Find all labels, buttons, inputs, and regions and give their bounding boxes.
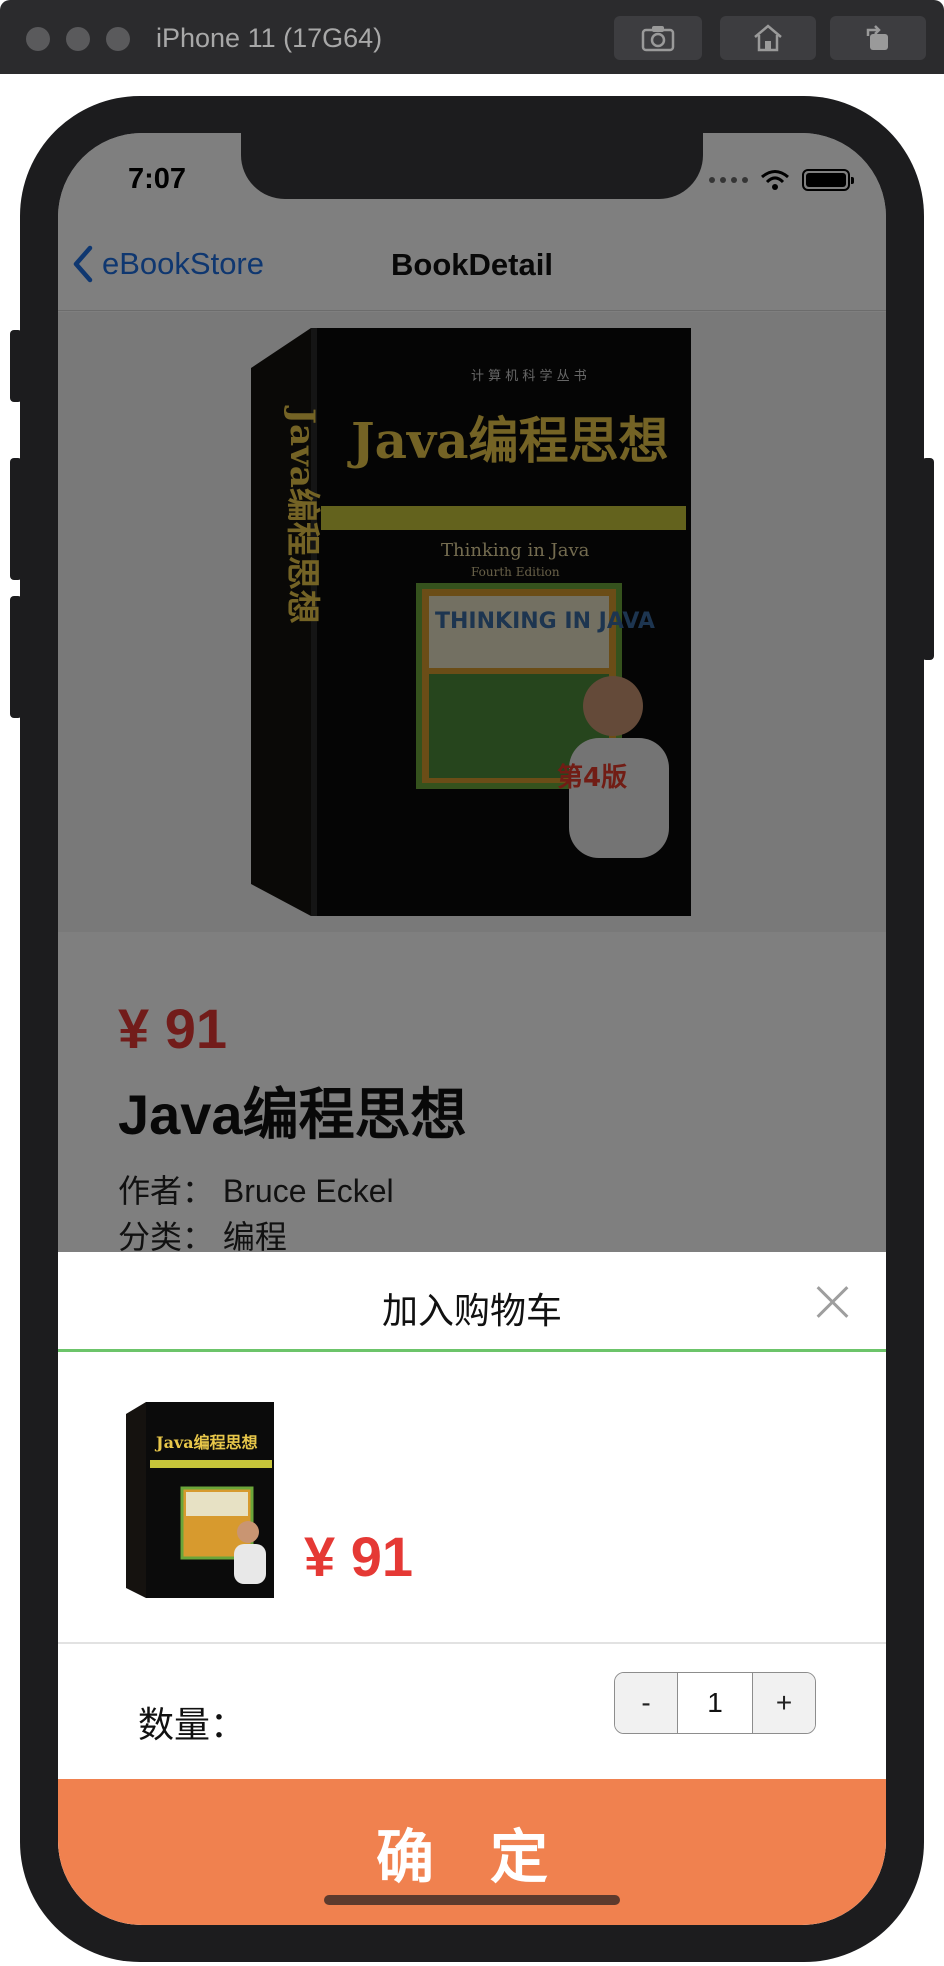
rotate-button[interactable] [830,16,926,60]
minimize-window-button[interactable] [66,27,90,51]
quantity-label: 数量： [138,1704,247,1745]
increment-button[interactable]: + [753,1673,815,1733]
home-button[interactable] [720,16,816,60]
notch [241,133,703,199]
close-icon[interactable] [814,1284,850,1320]
home-icon [754,24,782,52]
thumb-title: Java编程思想 [154,1433,258,1452]
close-window-button[interactable] [26,27,50,51]
sheet-price: ¥ 91 [304,1525,413,1588]
quantity-stepper: - 1 + [614,1672,816,1734]
sheet-title: 加入购物车 [381,1290,562,1331]
zoom-window-button[interactable] [106,27,130,51]
screenshot-icon [641,26,675,52]
book-thumbnail: Java编程思想 [126,1402,274,1598]
simulator-title: iPhone 11 (17G64) [156,23,383,53]
add-to-cart-sheet: 加入购物车 Java编程思想 ¥ 91 数量： - 1 + 确 定 [58,1252,886,1925]
volume-down-button [10,596,22,718]
volume-up-button [10,458,22,580]
home-indicator [324,1895,620,1905]
decrement-button[interactable]: - [615,1673,677,1733]
quantity-value[interactable]: 1 [677,1673,753,1733]
divider [58,1642,886,1644]
screenshot-button[interactable] [614,16,702,60]
sheet-header: 加入购物车 [58,1252,886,1352]
rotate-icon [866,25,888,50]
mute-switch [10,330,22,402]
simulator-title-bar: iPhone 11 (17G64) [0,0,944,74]
phone-screen: 7:07 eBookStore BookDetail 计 算 机 科 学 丛 书… [58,133,886,1925]
power-button [922,458,934,660]
